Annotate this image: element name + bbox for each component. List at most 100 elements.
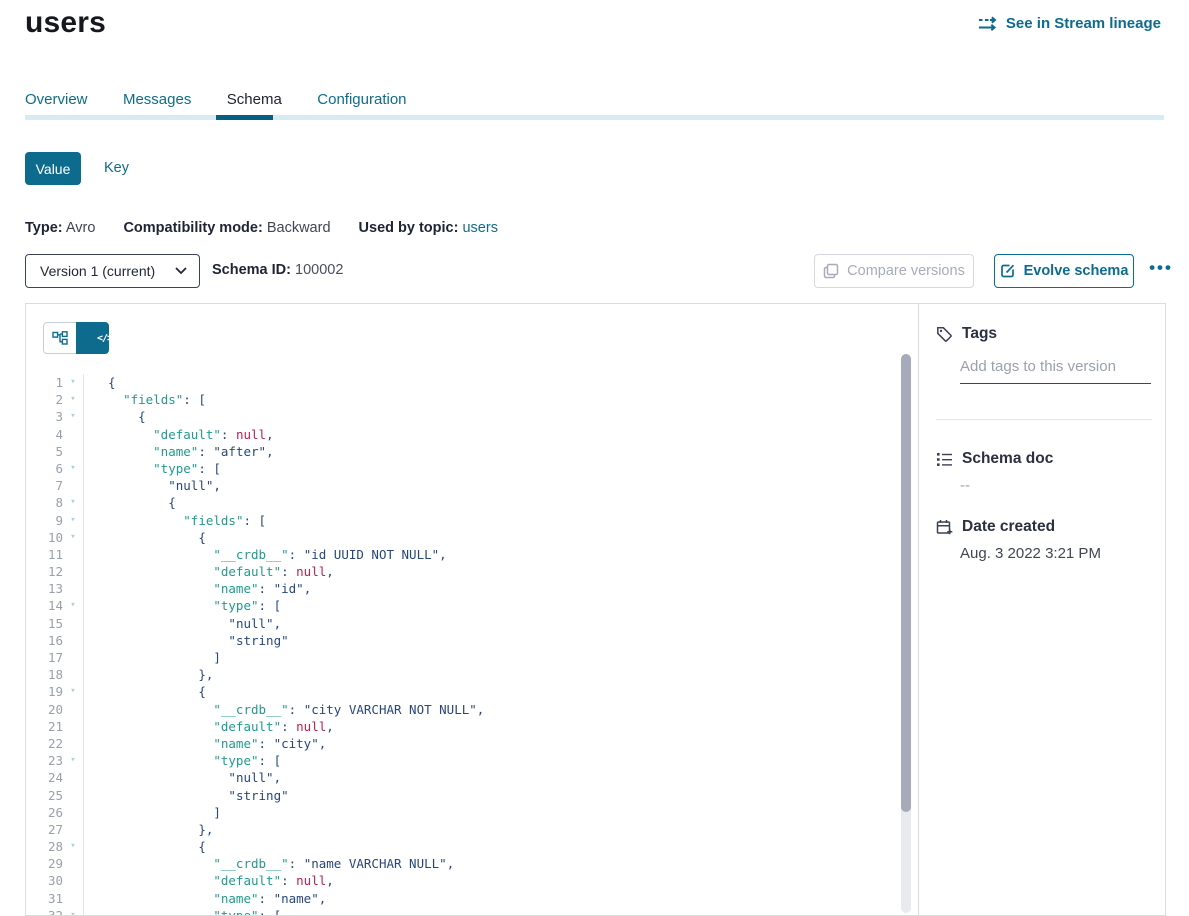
fold-toggle-icon[interactable]: ▾ bbox=[63, 460, 83, 477]
line-number: 11 bbox=[26, 546, 63, 563]
line-number: 23 bbox=[26, 752, 63, 769]
tree-view-button[interactable] bbox=[43, 322, 76, 354]
code-line: 7 "null", bbox=[26, 477, 902, 494]
list-icon bbox=[936, 452, 953, 467]
code-text: "null", bbox=[84, 477, 902, 494]
line-number: 4 bbox=[26, 426, 63, 443]
fold-toggle-icon[interactable]: ▾ bbox=[63, 512, 83, 529]
code-text: "default": null, bbox=[84, 872, 902, 889]
line-gutter: 14▾ bbox=[26, 597, 84, 614]
line-number: 17 bbox=[26, 649, 63, 666]
code-text: }, bbox=[84, 821, 902, 838]
code-line: 9▾ "fields": [ bbox=[26, 512, 902, 529]
line-gutter: 29 bbox=[26, 855, 84, 872]
tab-overview[interactable]: Overview bbox=[25, 91, 88, 108]
more-actions-button[interactable]: ••• bbox=[1146, 251, 1176, 285]
fold-spacer bbox=[63, 649, 83, 666]
code-text: "__crdb__": "city VARCHAR NOT NULL", bbox=[84, 701, 902, 718]
version-select-value: Version 1 (current) bbox=[40, 263, 175, 279]
compatibility-value: Backward bbox=[267, 220, 331, 236]
evolve-schema-button[interactable]: Evolve schema bbox=[994, 254, 1134, 288]
line-gutter: 5 bbox=[26, 443, 84, 460]
code-text: { bbox=[84, 494, 902, 511]
line-gutter: 6▾ bbox=[26, 460, 84, 477]
code-lines: 1▾{2▾ "fields": [3▾ {4 "default": null,5… bbox=[26, 374, 902, 915]
fold-toggle-icon[interactable]: ▾ bbox=[63, 838, 83, 855]
editor-scrollbar-thumb[interactable] bbox=[901, 354, 911, 812]
fold-spacer bbox=[63, 546, 83, 563]
tab-schema[interactable]: Schema bbox=[227, 91, 282, 108]
tags-section-heading: Tags bbox=[936, 325, 997, 343]
fold-toggle-icon[interactable]: ▾ bbox=[63, 752, 83, 769]
line-gutter: 22 bbox=[26, 735, 84, 752]
fold-toggle-icon[interactable]: ▾ bbox=[63, 391, 83, 408]
line-gutter: 25 bbox=[26, 787, 84, 804]
line-gutter: 18 bbox=[26, 666, 84, 683]
code-text: "type": [ bbox=[84, 460, 902, 477]
fold-spacer bbox=[63, 477, 83, 494]
code-line: 16 "string" bbox=[26, 632, 902, 649]
line-gutter: 11 bbox=[26, 546, 84, 563]
fold-spacer bbox=[63, 872, 83, 889]
line-gutter: 28▾ bbox=[26, 838, 84, 855]
code-text: "name": "name", bbox=[84, 890, 902, 907]
code-editor[interactable]: 1▾{2▾ "fields": [3▾ {4 "default": null,5… bbox=[26, 374, 902, 915]
see-in-stream-lineage-link[interactable]: See in Stream lineage bbox=[978, 15, 1161, 32]
code-line: 24 "null", bbox=[26, 769, 902, 786]
code-view-button[interactable]: </> bbox=[76, 322, 109, 354]
fold-toggle-icon[interactable]: ▾ bbox=[63, 494, 83, 511]
sidebar-divider bbox=[936, 419, 1152, 420]
lineage-link-label: See in Stream lineage bbox=[1006, 15, 1161, 32]
code-text: "name": "after", bbox=[84, 443, 902, 460]
topic-link[interactable]: users bbox=[462, 220, 497, 236]
line-gutter: 3▾ bbox=[26, 408, 84, 425]
code-text: "fields": [ bbox=[84, 391, 902, 408]
line-number: 1 bbox=[26, 374, 63, 391]
code-text: "default": null, bbox=[84, 563, 902, 580]
fold-spacer bbox=[63, 666, 83, 683]
fold-toggle-icon[interactable]: ▾ bbox=[63, 529, 83, 546]
fold-toggle-icon[interactable]: ▾ bbox=[63, 683, 83, 700]
line-number: 15 bbox=[26, 615, 63, 632]
tab-configuration[interactable]: Configuration bbox=[317, 91, 406, 108]
fold-toggle-icon[interactable]: ▾ bbox=[63, 597, 83, 614]
schema-sidebar: Tags Schema doc -- Dat bbox=[919, 303, 1166, 916]
compare-versions-button[interactable]: Compare versions bbox=[814, 254, 974, 288]
code-text: "type": [ bbox=[84, 597, 902, 614]
line-gutter: 12 bbox=[26, 563, 84, 580]
code-text: ] bbox=[84, 649, 902, 666]
line-number: 24 bbox=[26, 769, 63, 786]
version-select[interactable]: Version 1 (current) bbox=[25, 254, 200, 288]
key-toggle-link[interactable]: Key bbox=[104, 160, 129, 176]
code-line: 20 "__crdb__": "city VARCHAR NOT NULL", bbox=[26, 701, 902, 718]
schema-doc-value: -- bbox=[960, 477, 970, 494]
tab-messages[interactable]: Messages bbox=[123, 91, 191, 108]
line-gutter: 24 bbox=[26, 769, 84, 786]
editor-scrollbar-track[interactable] bbox=[901, 354, 911, 913]
fold-spacer bbox=[63, 701, 83, 718]
value-toggle-button[interactable]: Value bbox=[25, 152, 81, 185]
code-view-icon: </> bbox=[97, 333, 112, 344]
code-line: 6▾ "type": [ bbox=[26, 460, 902, 477]
fold-spacer bbox=[63, 615, 83, 632]
add-tags-input[interactable] bbox=[960, 354, 1151, 384]
tree-view-icon bbox=[52, 331, 68, 345]
line-number: 21 bbox=[26, 718, 63, 735]
code-line: 4 "default": null, bbox=[26, 426, 902, 443]
code-line: 3▾ { bbox=[26, 408, 902, 425]
code-line: 29 "__crdb__": "name VARCHAR NULL", bbox=[26, 855, 902, 872]
fold-toggle-icon[interactable]: ▾ bbox=[63, 907, 83, 915]
fold-toggle-icon[interactable]: ▾ bbox=[63, 408, 83, 425]
line-gutter: 23▾ bbox=[26, 752, 84, 769]
fold-spacer bbox=[63, 718, 83, 735]
line-gutter: 30 bbox=[26, 872, 84, 889]
line-number: 14 bbox=[26, 597, 63, 614]
code-line: 13 "name": "id", bbox=[26, 580, 902, 597]
code-text: { bbox=[84, 529, 902, 546]
code-text: "null", bbox=[84, 769, 902, 786]
calendar-plus-icon bbox=[936, 519, 953, 536]
fold-toggle-icon[interactable]: ▾ bbox=[63, 374, 83, 391]
line-number: 8 bbox=[26, 494, 63, 511]
schema-doc-heading: Schema doc bbox=[936, 450, 1053, 468]
code-text: "fields": [ bbox=[84, 512, 902, 529]
